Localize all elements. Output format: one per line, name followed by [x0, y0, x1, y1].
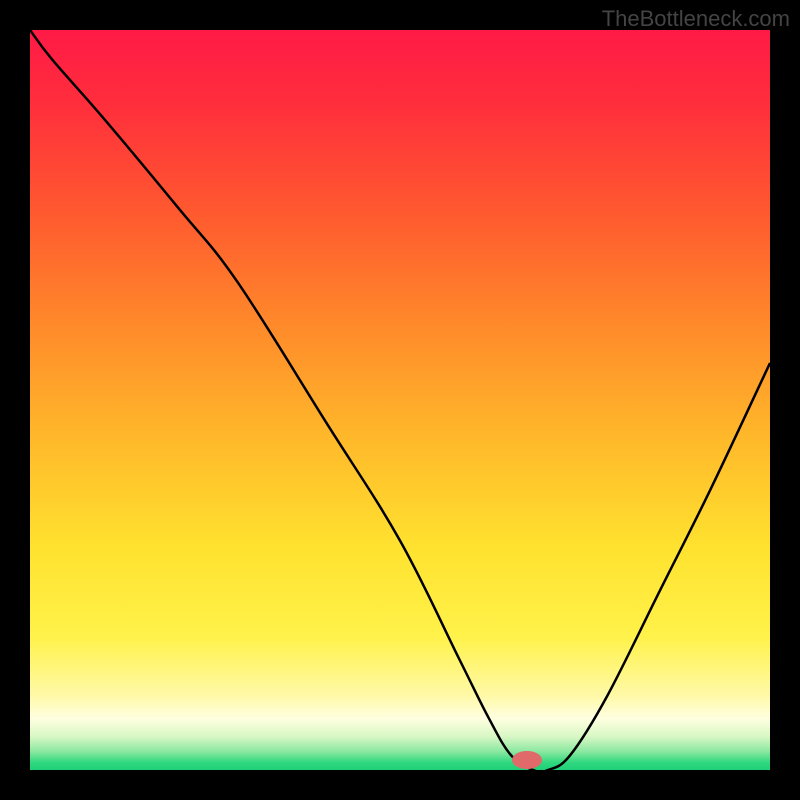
gradient-background [30, 30, 770, 770]
plot-area [30, 30, 770, 770]
optimal-marker [512, 751, 542, 769]
plot-svg [30, 30, 770, 770]
chart-container: TheBottleneck.com [0, 0, 800, 800]
watermark-text: TheBottleneck.com [602, 6, 790, 32]
